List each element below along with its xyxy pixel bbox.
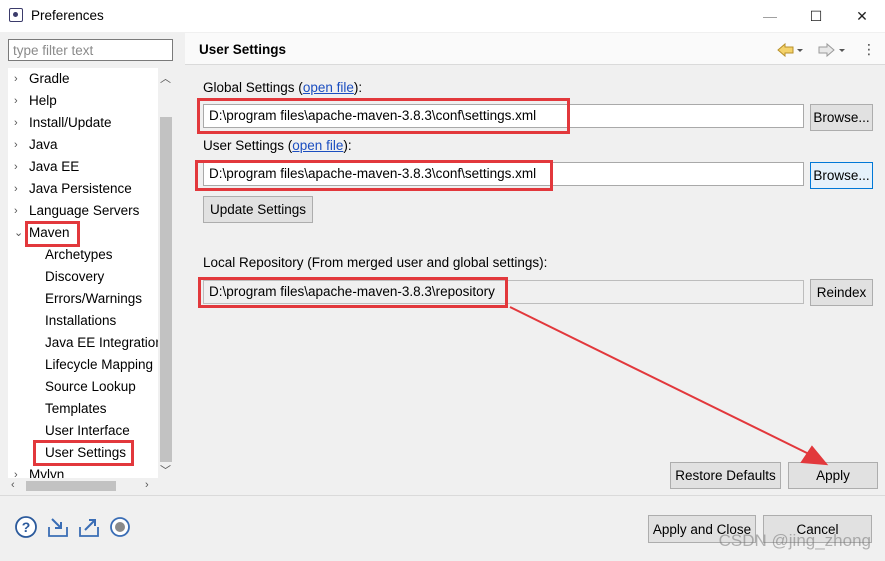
import-icon[interactable] [46, 515, 70, 539]
export-icon[interactable] [77, 515, 101, 539]
record-icon[interactable] [108, 515, 132, 539]
annotation-arrow [509, 306, 829, 466]
svg-text:?: ? [22, 519, 31, 535]
watermark: CSDN @jing_zhong [718, 531, 871, 550]
help-icon[interactable]: ? [14, 515, 38, 539]
